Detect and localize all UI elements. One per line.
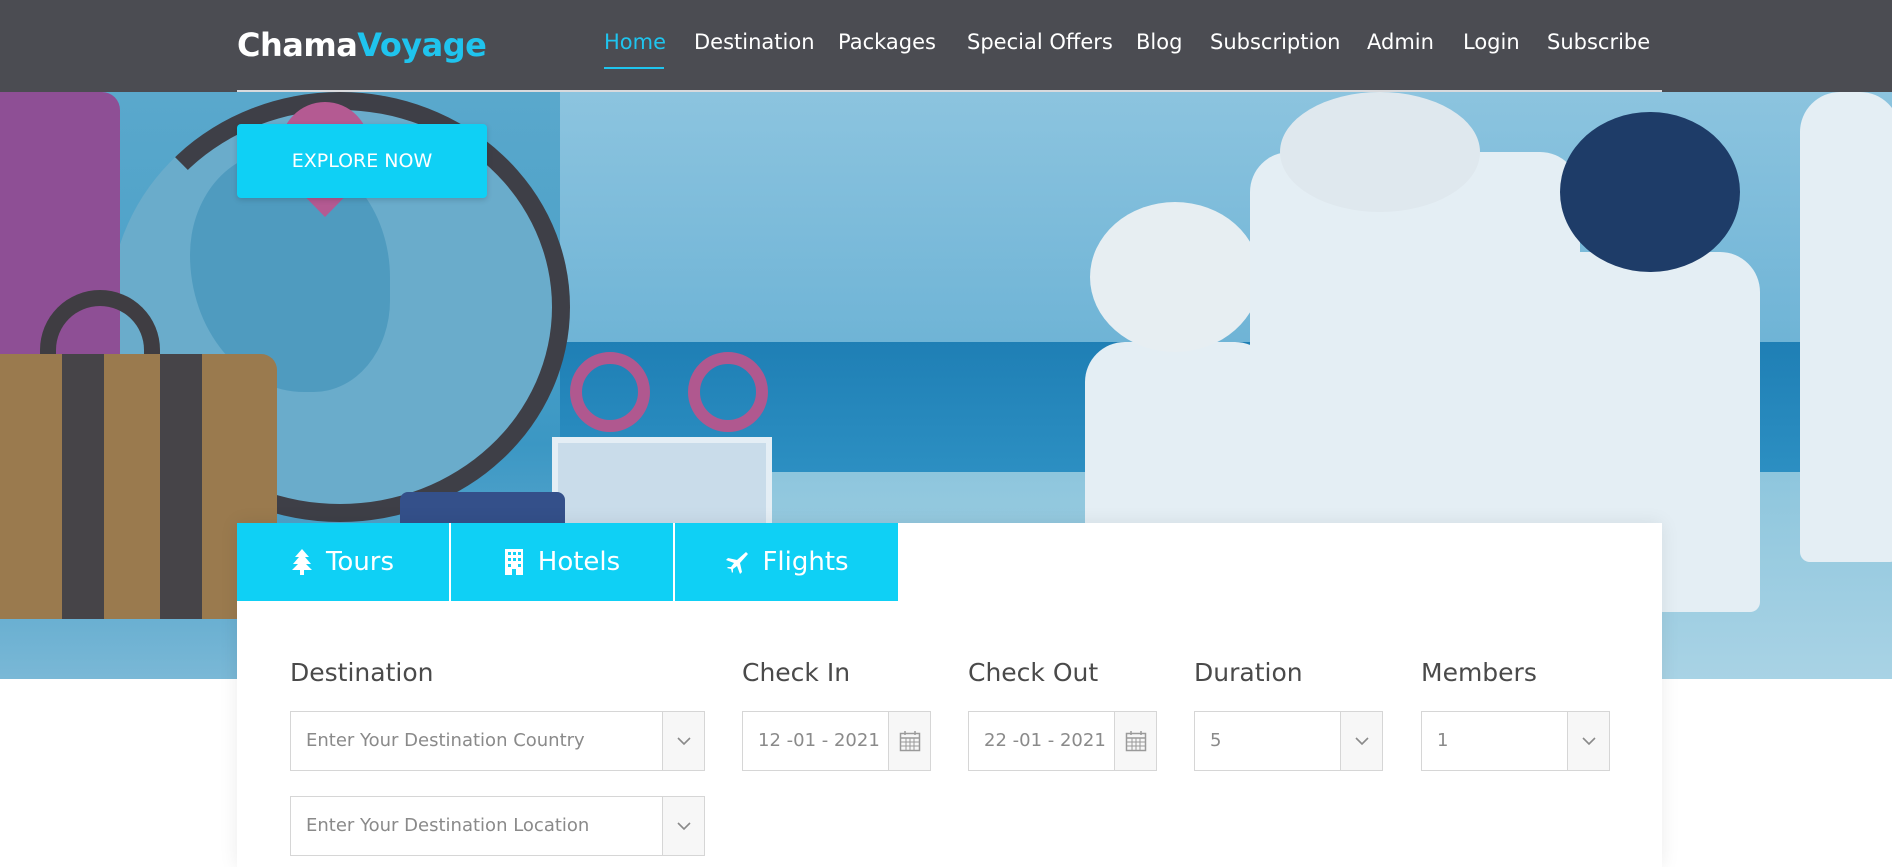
calendar-icon[interactable]: [1114, 712, 1156, 770]
adult-figure-edge: [1800, 92, 1892, 562]
check-out-label: Check Out: [968, 658, 1099, 687]
suitcase-strap-left: [62, 354, 104, 619]
nav-item-destination[interactable]: Destination: [694, 30, 815, 54]
chevron-down-icon: [662, 797, 704, 855]
duration-select[interactable]: 5: [1194, 711, 1383, 771]
nav-item-subscribe[interactable]: Subscribe: [1547, 30, 1650, 54]
chevron-down-icon: [662, 712, 704, 770]
members-select[interactable]: 1: [1421, 711, 1610, 771]
nav-item-login[interactable]: Login: [1463, 30, 1520, 54]
tab-hotels-label: Hotels: [537, 547, 621, 577]
nav-item-packages[interactable]: Packages: [838, 30, 936, 54]
boy-cap: [1560, 112, 1740, 272]
sunglasses-right-lens: [688, 352, 768, 432]
destination-location-placeholder: Enter Your Destination Location: [306, 815, 590, 836]
members-value: 1: [1437, 730, 1449, 751]
destination-label: Destination: [290, 658, 434, 687]
brand-name-part1: Chama: [237, 26, 358, 64]
nav-item-admin[interactable]: Admin: [1367, 30, 1434, 54]
duration-label: Duration: [1194, 658, 1303, 687]
tab-tours-label: Tours: [325, 547, 395, 577]
plane-icon: [724, 550, 749, 574]
destination-location-select[interactable]: Enter Your Destination Location: [290, 796, 705, 856]
check-in-label: Check In: [742, 658, 851, 687]
nav-item-blog[interactable]: Blog: [1136, 30, 1182, 54]
woman-sun-hat: [1280, 92, 1480, 212]
chevron-down-icon: [1567, 712, 1609, 770]
check-in-value: 12 -01 - 2021: [758, 730, 880, 751]
destination-country-select[interactable]: Enter Your Destination Country: [290, 711, 705, 771]
check-out-date-field[interactable]: 22 -01 - 2021: [968, 711, 1157, 771]
tree-icon: [291, 549, 312, 575]
sunglasses-left-lens: [570, 352, 650, 432]
tab-flights-label: Flights: [762, 547, 849, 577]
brown-suitcase-illustration: [0, 354, 277, 619]
active-nav-indicator: [604, 67, 664, 69]
brand-logo[interactable]: ChamaVoyage: [237, 26, 487, 64]
members-label: Members: [1421, 658, 1537, 687]
chevron-down-icon: [1340, 712, 1382, 770]
check-out-value: 22 -01 - 2021: [984, 730, 1106, 751]
tab-hotels[interactable]: Hotels: [451, 523, 673, 601]
building-icon: [504, 549, 524, 575]
nav-item-subscription[interactable]: Subscription: [1210, 30, 1340, 54]
child-sun-hat: [1090, 202, 1260, 352]
calendar-icon[interactable]: [888, 712, 930, 770]
tab-tours[interactable]: Tours: [237, 523, 449, 601]
explore-now-button[interactable]: EXPLORE NOW: [237, 124, 487, 198]
brand-name-part2: Voyage: [357, 26, 487, 64]
nav-item-home[interactable]: Home: [604, 30, 666, 54]
destination-country-placeholder: Enter Your Destination Country: [306, 730, 585, 751]
suitcase-strap-right: [160, 354, 202, 619]
tab-flights[interactable]: Flights: [675, 523, 898, 601]
duration-value: 5: [1210, 730, 1222, 751]
check-in-date-field[interactable]: 12 -01 - 2021: [742, 711, 931, 771]
nav-item-special-offers[interactable]: Special Offers: [967, 30, 1113, 54]
